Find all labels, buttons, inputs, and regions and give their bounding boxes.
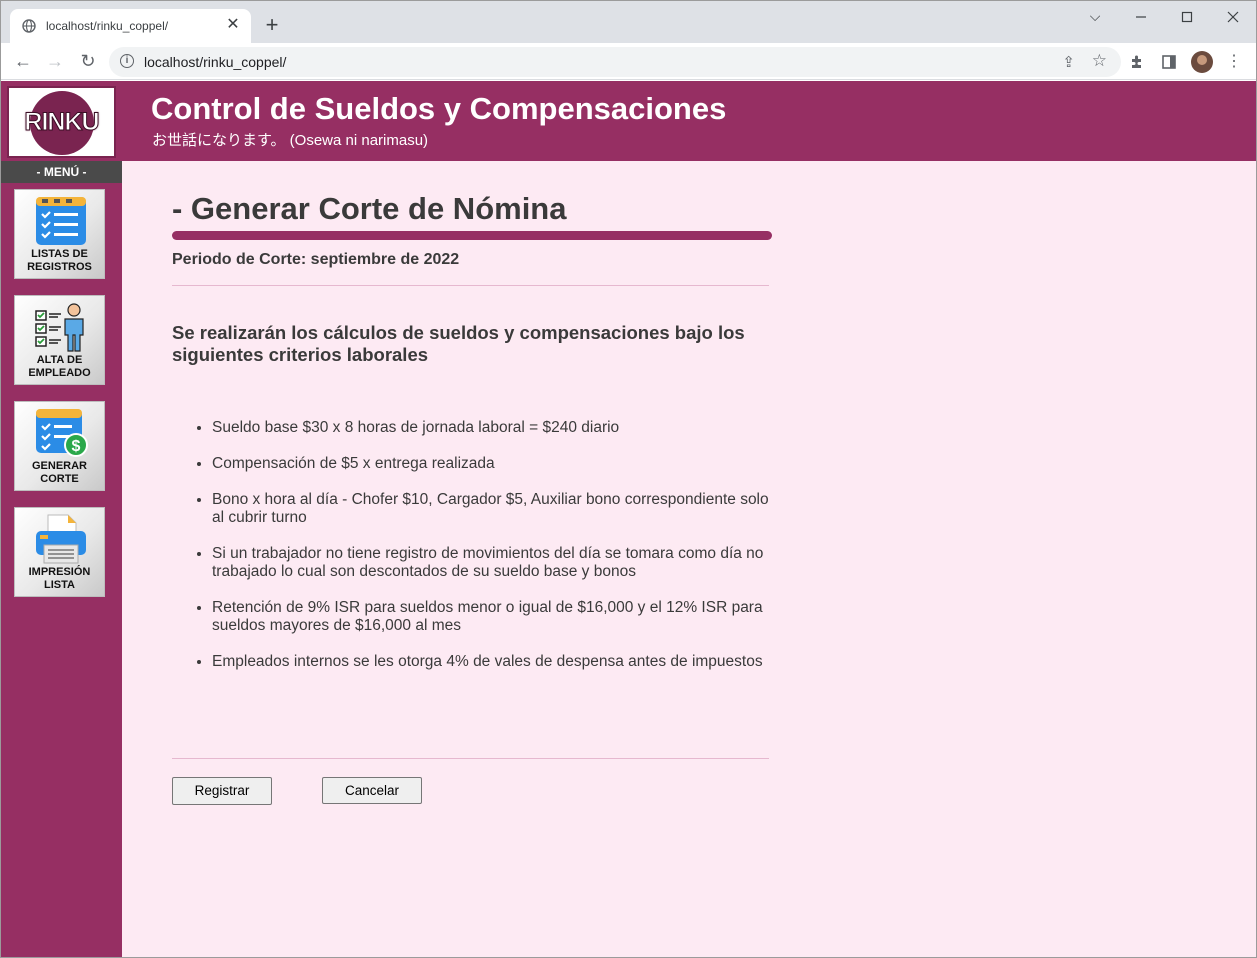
employee-checklist-icon (35, 303, 84, 352)
app-subtitle: お世話になります。 (Osewa ni narimasu) (152, 132, 429, 149)
list-item: Si un trabajador no tiene registro de mo… (212, 545, 772, 581)
tab-title: localhost/rinku_coppel/ (46, 19, 169, 33)
profile-avatar[interactable] (1191, 51, 1213, 73)
svg-text:$: $ (72, 438, 81, 455)
sidebar-item-label: LISTAS DE REGISTROS (27, 248, 92, 273)
sidebar-item-generar-corte[interactable]: $ GENERAR CORTE (14, 401, 105, 491)
sidebar-item-impresion-lista[interactable]: IMPRESIÓN LISTA (14, 507, 105, 597)
address-bar[interactable]: i localhost/rinku_coppel/ ⇪ ☆ (109, 47, 1121, 77)
more-menu-icon[interactable]: ⋮ (1223, 51, 1245, 73)
url-text[interactable]: localhost/rinku_coppel/ (144, 54, 286, 70)
reload-icon[interactable]: ↻ (76, 49, 100, 73)
sidebar-item-label: GENERAR CORTE (31, 460, 87, 485)
forward-arrow-icon[interactable]: → (43, 49, 67, 73)
maximize-icon[interactable] (1167, 5, 1207, 27)
browser-tab[interactable]: localhost/rinku_coppel/ ✕ (10, 9, 251, 43)
divider (172, 758, 769, 759)
sidebar-menu: - MENÚ - LISTAS DE REGISTROS ALTA DE EMP… (1, 161, 122, 957)
criteria-title: Se realizarán los cálculos de sueldos y … (172, 322, 745, 365)
close-icon[interactable] (1213, 5, 1253, 27)
rinku-logo[interactable]: RINKU (7, 86, 116, 158)
chevron-down-icon[interactable]: ⌵ (1075, 5, 1115, 27)
logo-text: RINKU (24, 108, 100, 137)
app-title: Control de Sueldos y Compensaciones (151, 91, 727, 126)
minimize-icon[interactable] (1121, 5, 1161, 27)
app-header: RINKU Control de Sueldos y Compensacione… (1, 81, 1256, 161)
extensions-icon[interactable] (1126, 51, 1148, 73)
period-label: Periodo de Corte: septiembre de 2022 (172, 251, 460, 268)
browser-window: localhost/rinku_coppel/ ✕ + ⌵ ← → ↻ i lo… (0, 0, 1257, 958)
register-button[interactable]: Registrar (172, 777, 272, 805)
back-arrow-icon[interactable]: ← (11, 49, 35, 73)
list-item: Bono x hora al día - Chofer $10, Cargado… (212, 491, 772, 527)
sidebar-item-label: ALTA DE EMPLEADO (28, 354, 91, 379)
criteria-list: Sueldo base $30 x 8 horas de jornada lab… (172, 419, 772, 689)
list-item: Compensación de $5 x entrega realizada (212, 455, 772, 473)
cancel-button[interactable]: Cancelar (322, 777, 422, 804)
bookmark-star-icon[interactable]: ☆ (1092, 51, 1107, 71)
printer-icon (36, 514, 86, 564)
info-icon[interactable]: i (120, 54, 134, 68)
list-item: Empleados internos se les otorga 4% de v… (212, 653, 772, 671)
share-icon[interactable]: ⇪ (1062, 53, 1075, 71)
page-viewport: RINKU Control de Sueldos y Compensacione… (1, 81, 1256, 957)
sidebar-item-listas-registros[interactable]: LISTAS DE REGISTROS (14, 189, 105, 279)
globe-icon (22, 19, 36, 33)
side-panel-icon[interactable] (1158, 51, 1180, 73)
new-tab-button[interactable]: + (261, 14, 283, 37)
list-item: Sueldo base $30 x 8 horas de jornada lab… (212, 419, 772, 437)
menu-label: - MENÚ - (1, 161, 122, 183)
divider (172, 285, 769, 286)
checklist-icon (36, 197, 86, 245)
tab-close-icon[interactable]: ✕ (225, 17, 241, 33)
browser-toolbar: ← → ↻ i localhost/rinku_coppel/ ⇪ ☆ ⋮ (1, 43, 1256, 80)
tab-strip: localhost/rinku_coppel/ ✕ + ⌵ (1, 1, 1256, 43)
sidebar-item-alta-empleado[interactable]: ALTA DE EMPLEADO (14, 295, 105, 385)
payroll-cut-icon: $ (36, 409, 88, 457)
page-title: - Generar Corte de Nómina (172, 191, 567, 226)
list-item: Retención de 9% ISR para sueldos menor o… (212, 599, 772, 635)
heading-underline (172, 231, 772, 240)
sidebar-item-label: IMPRESIÓN LISTA (28, 566, 91, 591)
